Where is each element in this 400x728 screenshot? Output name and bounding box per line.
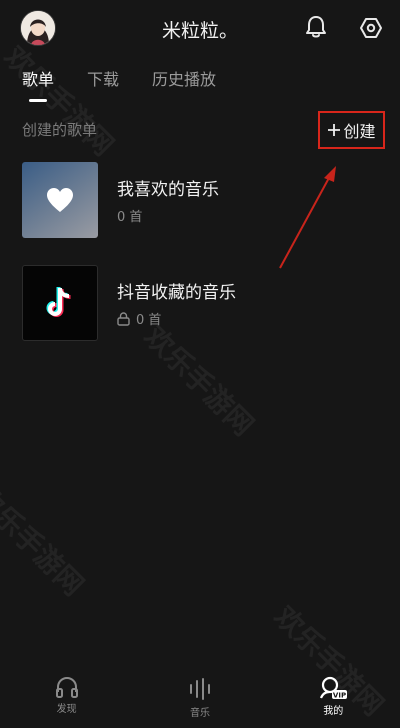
section-label: 创建的歌单 bbox=[22, 121, 98, 139]
tab-history[interactable]: 历史播放 bbox=[152, 66, 216, 90]
playlist-title: 抖音收藏的音乐 bbox=[117, 283, 236, 303]
playlist-cover bbox=[22, 162, 98, 238]
playlist-count-text: 0 首 bbox=[117, 210, 143, 225]
lock-icon bbox=[117, 311, 130, 326]
nav-discover[interactable]: 发现 bbox=[0, 670, 133, 728]
nav-label: 发现 bbox=[56, 704, 77, 715]
tab-downloads[interactable]: 下载 bbox=[87, 66, 119, 90]
profile-vip-icon: VIP bbox=[320, 676, 348, 700]
playlist-title: 我喜欢的音乐 bbox=[117, 180, 219, 200]
svg-text:VIP: VIP bbox=[333, 692, 346, 700]
tab-playlists[interactable]: 歌单 bbox=[22, 66, 54, 90]
playlist-cover bbox=[22, 265, 98, 341]
playlist-item-douyin[interactable]: 抖音收藏的音乐 0 首 bbox=[22, 264, 382, 342]
tiktok-logo-icon bbox=[46, 286, 71, 317]
equalizer-icon bbox=[189, 678, 210, 700]
headphones-icon bbox=[55, 677, 78, 698]
playlist-item-liked[interactable]: 我喜欢的音乐 0 首 bbox=[22, 161, 382, 239]
playlist-count: 0 首 bbox=[117, 206, 219, 225]
notification-bell-icon[interactable] bbox=[302, 13, 330, 41]
watermark: 欢乐手游网 bbox=[0, 39, 121, 163]
playlist-count: 0 首 bbox=[117, 309, 236, 328]
create-label: 创建 bbox=[343, 122, 376, 141]
tab-bar: 歌单 下载 历史播放 bbox=[22, 66, 249, 90]
heart-icon bbox=[47, 188, 73, 212]
bottom-nav: 发现 音乐 VIP 我的 bbox=[0, 670, 400, 728]
nav-label: 音乐 bbox=[189, 708, 210, 719]
nav-mine[interactable]: VIP 我的 bbox=[267, 670, 400, 728]
nav-music[interactable]: 音乐 bbox=[133, 670, 266, 728]
watermark: 欢乐手游网 bbox=[0, 479, 91, 603]
plus-icon bbox=[328, 124, 341, 136]
playlist-count-text: 0 首 bbox=[136, 313, 162, 328]
nav-label: 我的 bbox=[323, 706, 344, 717]
create-playlist-button[interactable]: 创建 bbox=[318, 111, 385, 149]
page-title: 米粒粒。 bbox=[161, 20, 238, 42]
settings-hexagon-icon[interactable] bbox=[357, 14, 385, 42]
